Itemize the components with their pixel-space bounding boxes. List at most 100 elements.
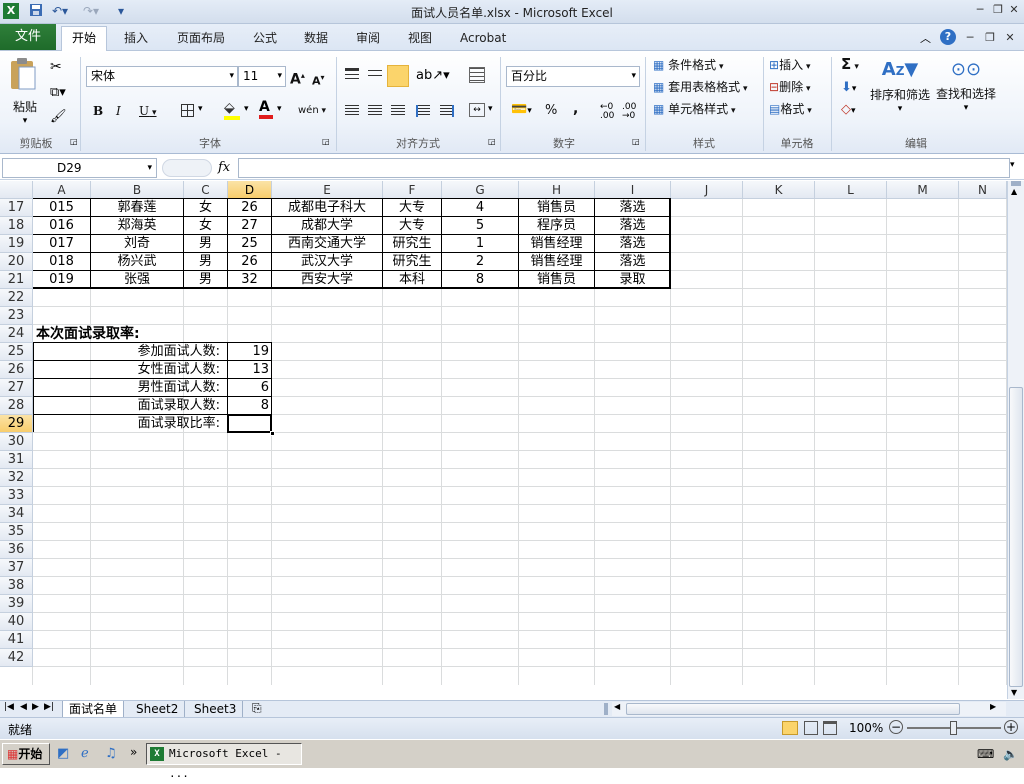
table-cell[interactable]: 研究生	[383, 253, 441, 271]
fill-color-dropdown-icon[interactable]: ▾	[244, 104, 249, 114]
help-icon[interactable]: ?	[940, 29, 956, 45]
column-header[interactable]: D	[228, 181, 272, 199]
column-header[interactable]: H	[519, 181, 595, 199]
orientation-icon[interactable]: ab↗▾	[416, 68, 450, 83]
align-center-icon[interactable]	[368, 105, 382, 117]
horizontal-scrollbar[interactable]: ◀ ▶	[612, 702, 1006, 716]
format-cells-button[interactable]: ▤格式 ▾	[769, 100, 812, 120]
close-icon[interactable]: ✕	[1006, 2, 1022, 18]
summary-value[interactable]: 8	[228, 397, 271, 415]
row-header[interactable]: 33	[0, 487, 33, 505]
row-header[interactable]: 40	[0, 613, 33, 631]
sheet-tab-sheet3[interactable]: Sheet3	[188, 701, 244, 717]
fill-icon[interactable]: ⬇▾	[841, 80, 856, 95]
active-cell-cursor[interactable]	[227, 414, 272, 433]
column-header[interactable]: M	[887, 181, 959, 199]
column-header[interactable]: J	[671, 181, 743, 199]
table-cell[interactable]: 大专	[383, 199, 441, 217]
summary-label[interactable]: 男性面试人数:	[33, 379, 220, 397]
first-sheet-icon[interactable]: |◀	[4, 702, 14, 712]
row-header[interactable]: 21	[0, 271, 33, 289]
table-cell[interactable]: 26	[228, 199, 271, 217]
table-cell[interactable]: 程序员	[519, 217, 594, 235]
page-layout-view-icon[interactable]	[804, 721, 818, 735]
table-cell[interactable]: 成都大学	[272, 217, 382, 235]
row-header[interactable]: 42	[0, 649, 33, 667]
summary-label[interactable]: 女性面试人数:	[33, 361, 220, 379]
vertical-scrollbar[interactable]: ▲ ▼	[1007, 181, 1024, 699]
column-header[interactable]: N	[959, 181, 1007, 199]
column-header[interactable]: L	[815, 181, 887, 199]
select-all-corner[interactable]	[0, 181, 33, 199]
table-cell[interactable]: 女	[184, 199, 227, 217]
row-header[interactable]: 25	[0, 343, 33, 361]
table-cell[interactable]: 男	[184, 235, 227, 253]
merge-center-icon[interactable]: ↔	[469, 103, 485, 117]
cell-styles-button[interactable]: ▦ 单元格样式 ▾	[653, 100, 736, 120]
merge-dropdown-icon[interactable]: ▾	[488, 104, 493, 114]
name-box[interactable]: D29 ▾	[2, 158, 157, 178]
prev-sheet-icon[interactable]: ◀	[20, 702, 27, 712]
increase-decimal-icon[interactable]: ←0.00	[600, 103, 614, 121]
border-icon[interactable]	[181, 104, 194, 117]
scroll-up-icon[interactable]: ▲	[1011, 187, 1017, 196]
restore-icon[interactable]: ❐	[990, 2, 1006, 18]
autosum-button[interactable]: Σ ▾	[841, 55, 859, 76]
column-header[interactable]: A	[33, 181, 91, 199]
minimize-icon[interactable]: ─	[972, 2, 988, 18]
align-top-icon[interactable]	[345, 68, 359, 80]
row-header[interactable]: 29	[0, 415, 33, 433]
scroll-down-icon[interactable]: ▼	[1011, 688, 1017, 697]
insert-sheet-icon[interactable]: ⎘	[252, 701, 262, 716]
comma-button[interactable]: ,	[573, 100, 578, 118]
next-sheet-icon[interactable]: ▶	[32, 702, 39, 712]
keyboard-tray-icon[interactable]: ⌨	[977, 747, 994, 761]
quicklaunch-more-icon[interactable]: »	[130, 745, 137, 759]
align-right-icon[interactable]	[391, 105, 405, 117]
copy-icon[interactable]: ⧉▾	[50, 85, 66, 100]
conditional-format-button[interactable]: ▦ 条件格式 ▾	[653, 56, 724, 76]
font-color-icon[interactable]: A	[259, 99, 273, 119]
table-cell[interactable]: 大专	[383, 217, 441, 235]
table-cell[interactable]: 西南交通大学	[272, 235, 382, 253]
tab-file[interactable]: 文件	[0, 24, 56, 50]
table-cell[interactable]: 男	[184, 253, 227, 271]
font-size-combo[interactable]: 11 ▾	[238, 66, 286, 87]
paste-button[interactable]: 粘贴 ▾	[8, 57, 42, 126]
table-cell[interactable]: 郑海英	[91, 217, 183, 235]
media-icon[interactable]: ♫	[105, 746, 117, 761]
summary-label[interactable]: 面试录取比率:	[33, 415, 220, 433]
volume-tray-icon[interactable]: 🔈	[1003, 747, 1018, 761]
row-header[interactable]: 39	[0, 595, 33, 613]
row-header[interactable]: 35	[0, 523, 33, 541]
scroll-right-icon[interactable]: ▶	[990, 702, 996, 711]
align-middle-icon[interactable]	[368, 68, 382, 80]
row-header[interactable]: 22	[0, 289, 33, 307]
tab-review[interactable]: 审阅	[348, 27, 388, 50]
align-left-icon[interactable]	[345, 105, 359, 117]
row-header[interactable]: 28	[0, 397, 33, 415]
row-header[interactable]: 38	[0, 577, 33, 595]
summary-label[interactable]: 参加面试人数:	[33, 343, 220, 361]
desktop-icon[interactable]: ◩	[57, 746, 69, 761]
row-header[interactable]: 37	[0, 559, 33, 577]
cut-icon[interactable]: ✂	[50, 59, 62, 75]
bold-button[interactable]: B	[93, 102, 103, 120]
tab-home[interactable]: 开始	[61, 26, 107, 51]
column-header[interactable]: E	[272, 181, 383, 199]
zoom-out-icon[interactable]: −	[889, 720, 903, 734]
shrink-font-button[interactable]: A▾	[312, 69, 325, 91]
column-header[interactable]: G	[442, 181, 519, 199]
row-header[interactable]: 30	[0, 433, 33, 451]
page-break-view-icon[interactable]	[823, 721, 837, 735]
ribbon-collapse-icon[interactable]: ︿	[920, 30, 931, 46]
row-header[interactable]: 27	[0, 379, 33, 397]
formula-bar-resize-handle[interactable]	[162, 159, 212, 177]
number-format-combo[interactable]: 百分比 ▾	[506, 66, 640, 87]
horizontal-scroll-thumb[interactable]	[626, 703, 960, 715]
row-header[interactable]: 23	[0, 307, 33, 325]
table-cell[interactable]: 4	[442, 199, 518, 217]
normal-view-icon[interactable]	[782, 721, 798, 735]
row-header[interactable]: 41	[0, 631, 33, 649]
insert-function-button[interactable]: fx	[218, 158, 236, 178]
